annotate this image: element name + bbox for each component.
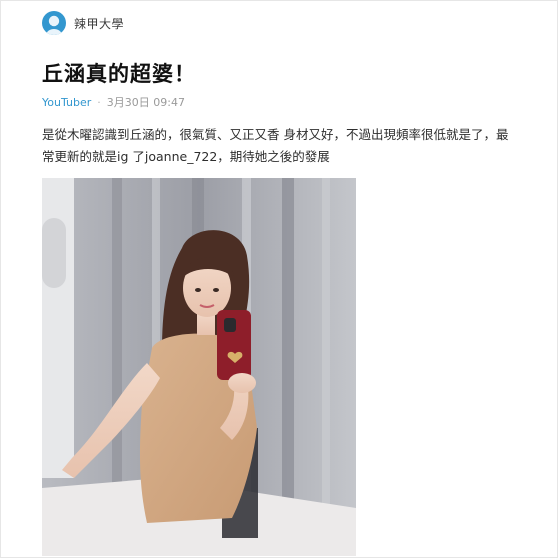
post-body: 是從木曜認識到丘涵的，很氣質、又正又香 身材又好，不過出現頻率很低就是了，最 常…	[42, 124, 542, 168]
post-title: 丘涵真的超婆！	[42, 62, 196, 86]
meta-separator: ·	[97, 95, 101, 109]
board-avatar-icon[interactable]	[42, 11, 66, 35]
board-name[interactable]: 辣甲大學	[74, 15, 124, 32]
post-body-line: 是從木曜認識到丘涵的，很氣質、又正又香 身材又好，不過出現頻率很低就是了，最	[42, 127, 509, 142]
post-meta: YouTuber · 3月30日 09:47	[42, 94, 185, 110]
post-timestamp: 3月30日 09:47	[106, 96, 185, 109]
post-photo-image[interactable]	[42, 178, 356, 556]
board-header[interactable]: 辣甲大學	[42, 10, 124, 36]
post-body-line: 常更新的就是ig 了joanne_722，期待她之後的發展	[42, 149, 330, 164]
photo-illustration	[42, 178, 356, 556]
post-author[interactable]: YouTuber	[42, 96, 91, 109]
